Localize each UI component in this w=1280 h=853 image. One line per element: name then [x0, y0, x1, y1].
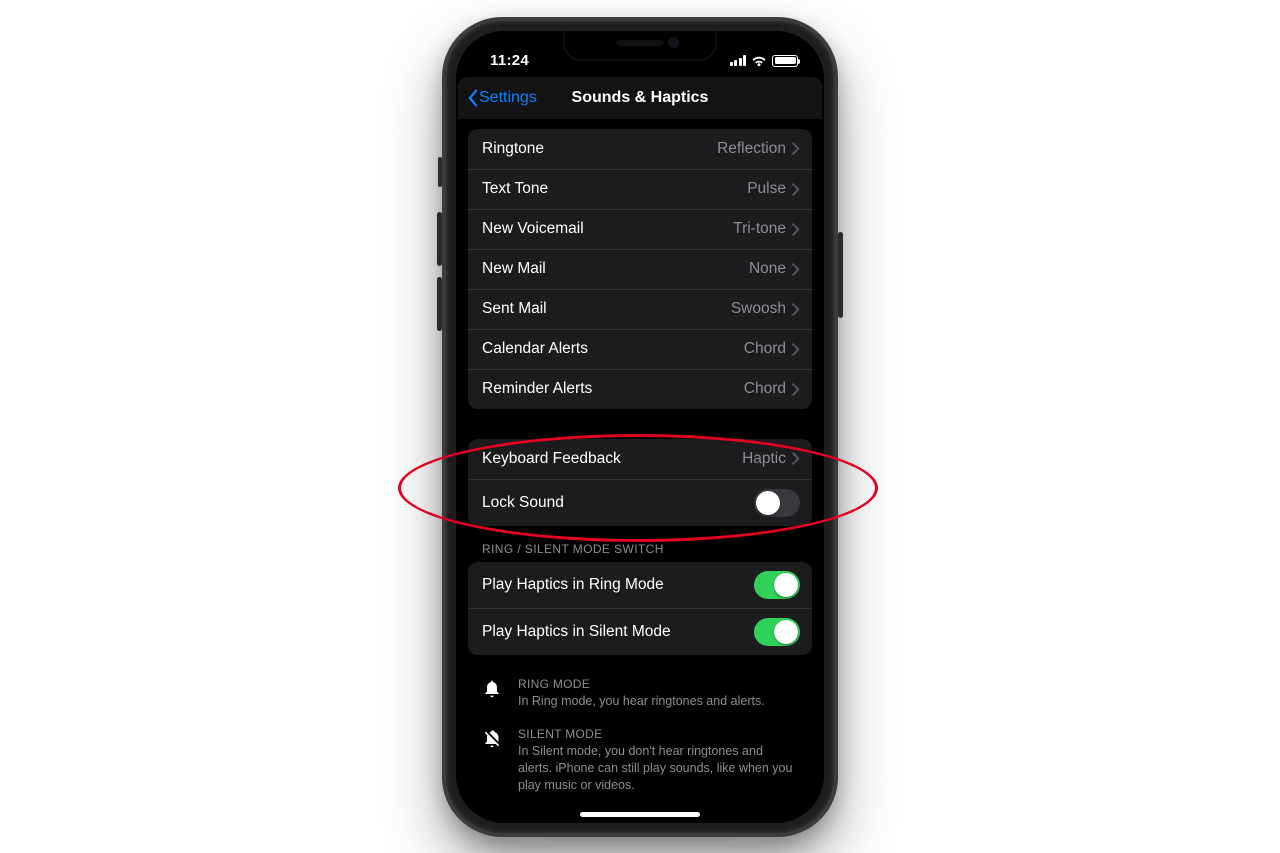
group-ring-silent: Play Haptics in Ring Mode Play Haptics i…: [468, 562, 812, 655]
row-lock-sound: Lock Sound: [468, 479, 812, 526]
row-value: Chord: [744, 380, 786, 398]
info-title: RING MODE: [518, 677, 765, 691]
chevron-right-icon: [792, 452, 800, 465]
row-reminder-alerts[interactable]: Reminder Alerts Chord: [468, 369, 812, 409]
row-label: Sent Mail: [482, 300, 731, 318]
row-new-mail[interactable]: New Mail None: [468, 249, 812, 289]
chevron-right-icon: [792, 343, 800, 356]
chevron-right-icon: [792, 383, 800, 396]
row-value: None: [749, 260, 786, 278]
row-new-voicemail[interactable]: New Voicemail Tri-tone: [468, 209, 812, 249]
battery-icon: [772, 55, 798, 67]
row-label: Calendar Alerts: [482, 340, 744, 358]
bell-slash-icon: [482, 727, 504, 794]
wifi-icon: [751, 55, 767, 67]
chevron-right-icon: [792, 183, 800, 196]
row-label: Lock Sound: [482, 494, 754, 512]
home-indicator[interactable]: [580, 812, 700, 817]
notch: [563, 31, 717, 61]
nav-bar: Settings Sounds & Haptics: [458, 77, 822, 119]
power-button: [838, 232, 843, 318]
haptics-ring-toggle[interactable]: [754, 571, 800, 599]
back-button[interactable]: Settings: [458, 88, 537, 108]
row-label: Reminder Alerts: [482, 380, 744, 398]
row-value: Pulse: [747, 180, 786, 198]
row-label: Text Tone: [482, 180, 747, 198]
section-header-ring-silent: RING / SILENT MODE SWITCH: [468, 542, 812, 562]
row-ringtone[interactable]: Ringtone Reflection: [468, 129, 812, 169]
chevron-right-icon: [792, 263, 800, 276]
screen: 11:24 Settings Sounds & Haptics: [456, 31, 824, 823]
chevron-right-icon: [792, 303, 800, 316]
info-title: SILENT MODE: [518, 727, 798, 741]
back-label: Settings: [479, 89, 537, 107]
row-value: Haptic: [742, 450, 786, 468]
row-text-tone[interactable]: Text Tone Pulse: [468, 169, 812, 209]
info-ring-mode: RING MODE In Ring mode, you hear rington…: [468, 677, 812, 728]
info-desc: In Ring mode, you hear ringtones and ale…: [518, 693, 765, 710]
iphone-frame: 11:24 Settings Sounds & Haptics: [442, 17, 838, 837]
row-label: Play Haptics in Silent Mode: [482, 623, 754, 641]
volume-up-button: [437, 212, 442, 266]
volume-down-button: [437, 277, 442, 331]
row-value: Reflection: [717, 140, 786, 158]
chevron-right-icon: [792, 223, 800, 236]
cellular-icon: [730, 55, 747, 66]
group-feedback: Keyboard Feedback Haptic Lock Sound: [468, 439, 812, 526]
row-label: Play Haptics in Ring Mode: [482, 576, 754, 594]
status-time: 11:24: [490, 52, 529, 69]
chevron-left-icon: [466, 88, 479, 108]
row-value: Tri-tone: [733, 220, 786, 238]
row-label: New Mail: [482, 260, 749, 278]
lock-sound-toggle[interactable]: [754, 489, 800, 517]
row-calendar-alerts[interactable]: Calendar Alerts Chord: [468, 329, 812, 369]
row-label: Keyboard Feedback: [482, 450, 742, 468]
row-sent-mail[interactable]: Sent Mail Swoosh: [468, 289, 812, 329]
mute-switch: [438, 157, 442, 187]
chevron-right-icon: [792, 142, 800, 155]
bell-icon: [482, 677, 504, 710]
row-haptics-ring: Play Haptics in Ring Mode: [468, 562, 812, 608]
content: Ringtone Reflection Text Tone Pulse New …: [456, 119, 824, 823]
row-keyboard-feedback[interactable]: Keyboard Feedback Haptic: [468, 439, 812, 479]
row-label: Ringtone: [482, 140, 717, 158]
row-value: Swoosh: [731, 300, 786, 318]
row-label: New Voicemail: [482, 220, 733, 238]
group-sounds: Ringtone Reflection Text Tone Pulse New …: [468, 129, 812, 409]
haptics-silent-toggle[interactable]: [754, 618, 800, 646]
row-value: Chord: [744, 340, 786, 358]
row-haptics-silent: Play Haptics in Silent Mode: [468, 608, 812, 655]
info-desc: In Silent mode, you don't hear ringtones…: [518, 743, 798, 794]
info-silent-mode: SILENT MODE In Silent mode, you don't he…: [468, 727, 812, 812]
